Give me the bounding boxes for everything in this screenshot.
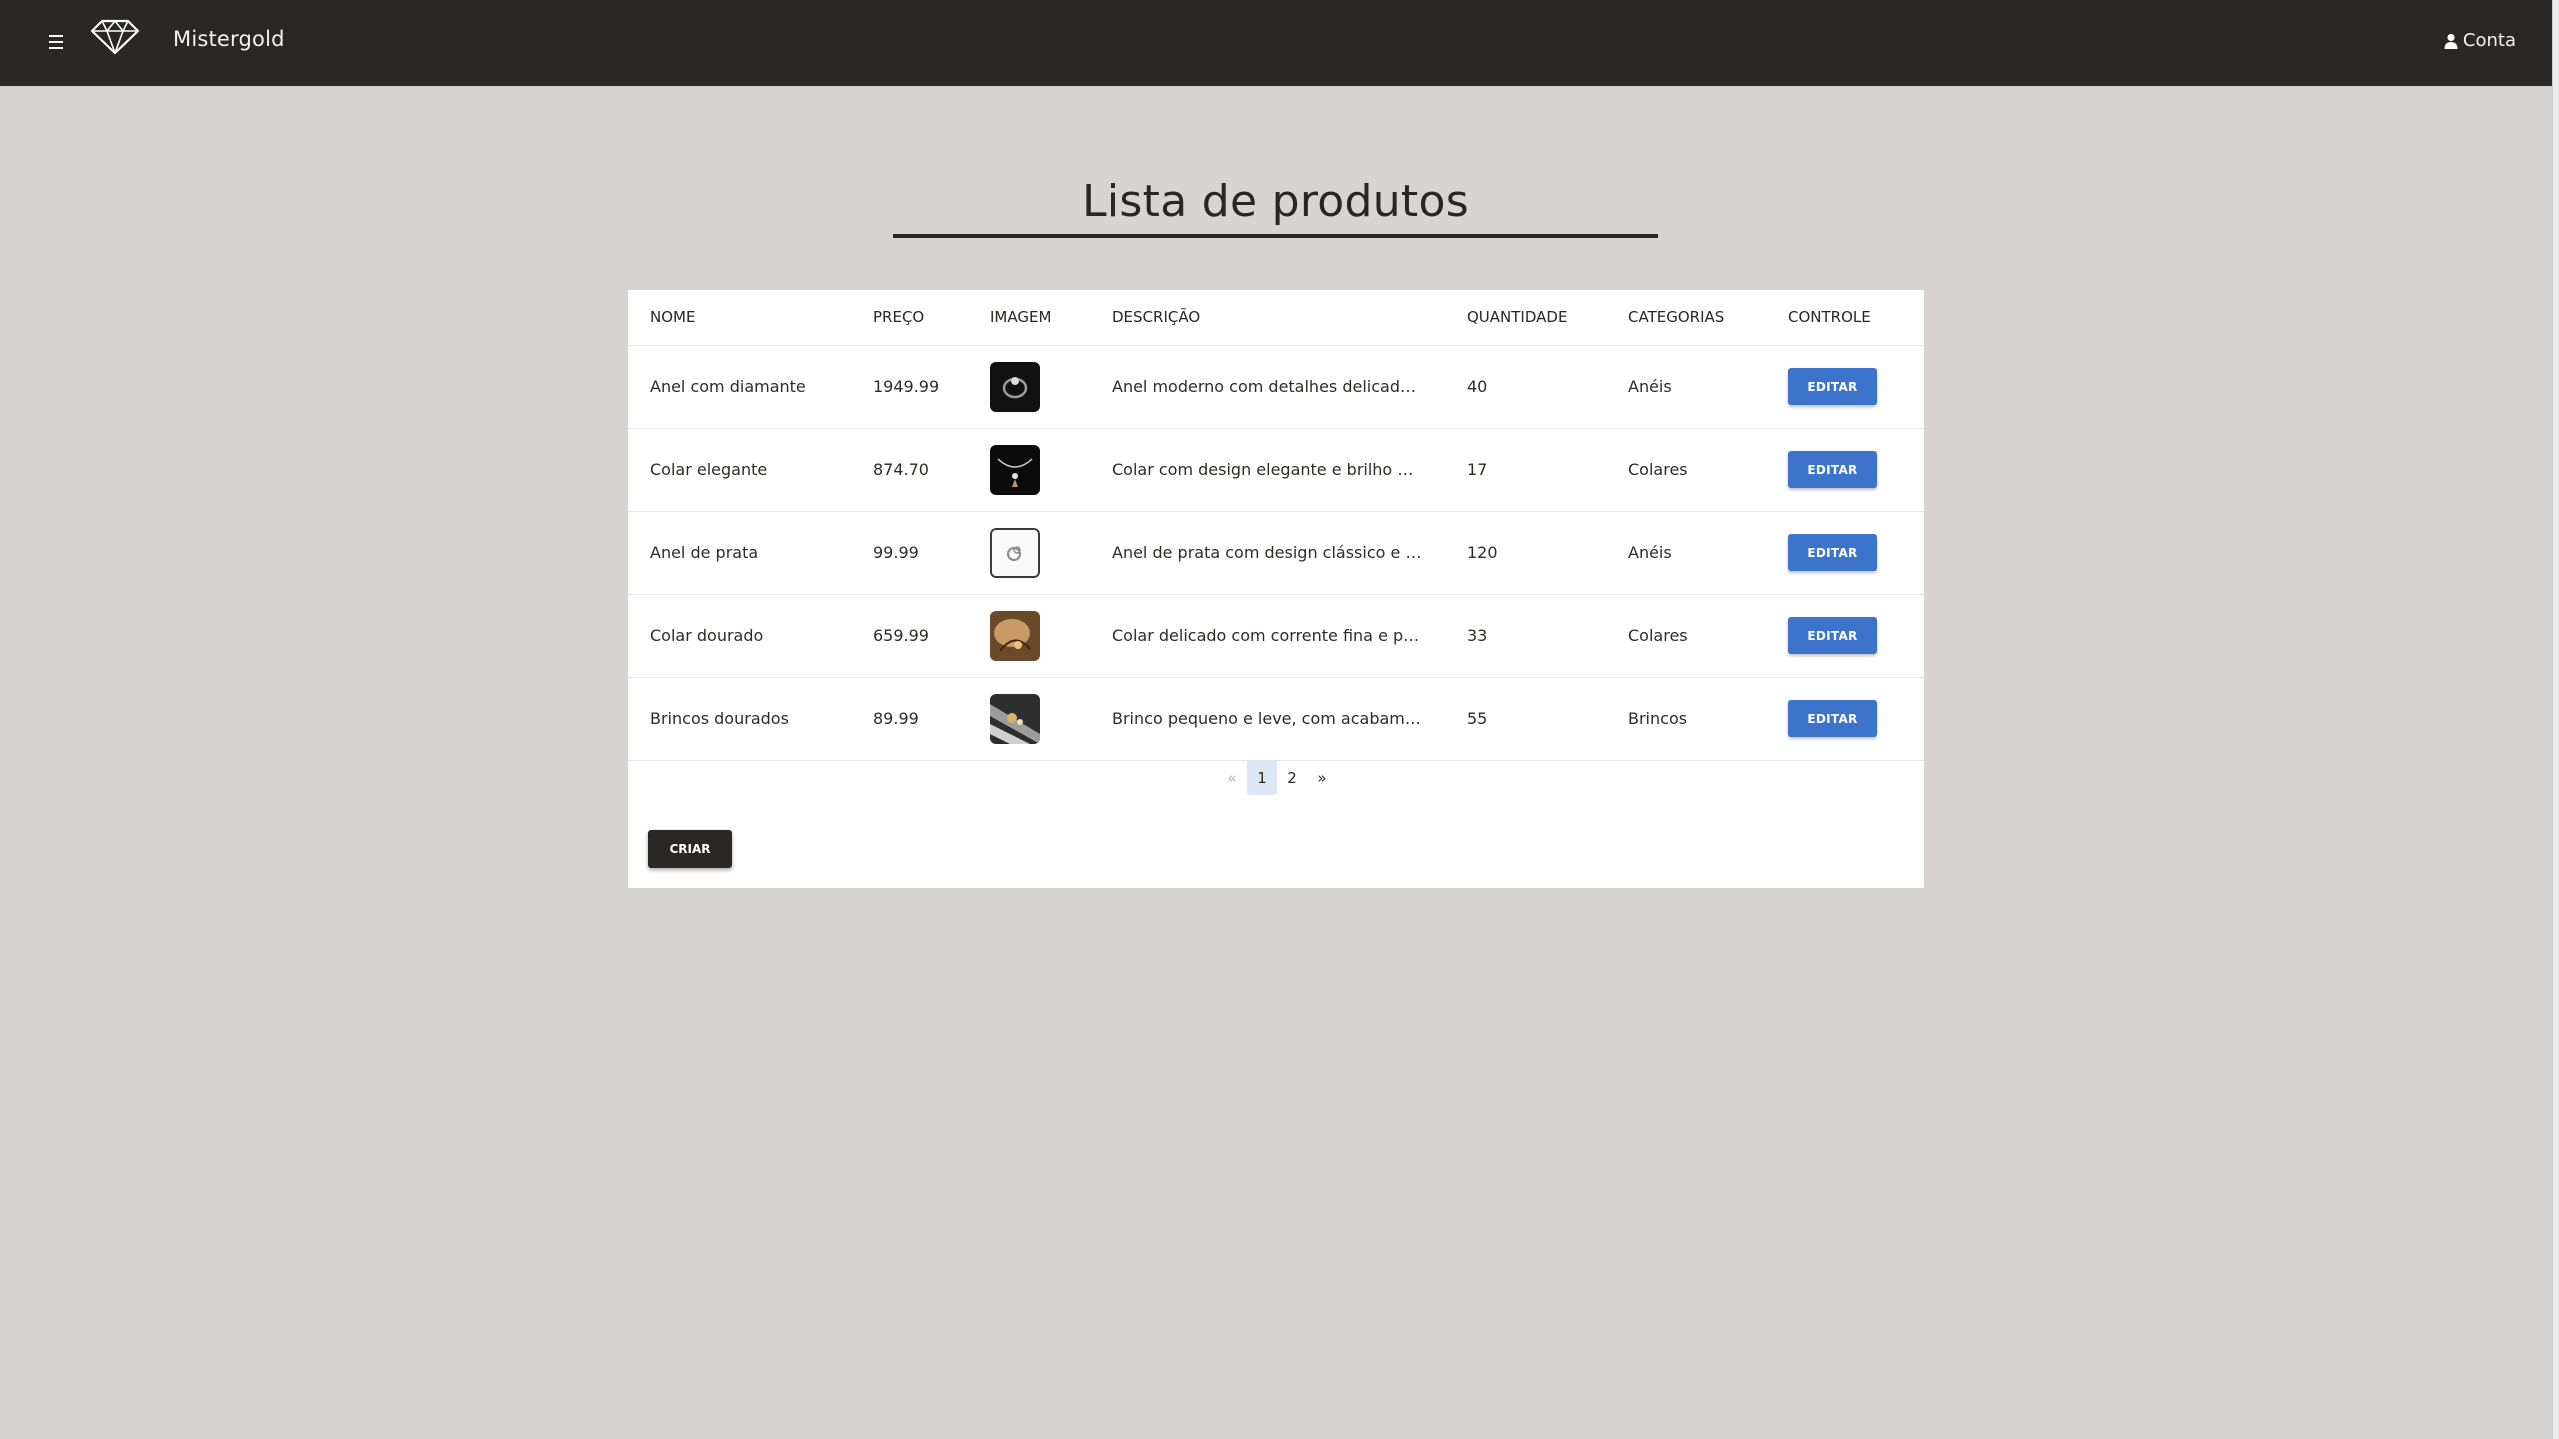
edit-button[interactable]: EDITAR	[1788, 534, 1877, 571]
table-row: Colar dourado 659.99 Colar delicado com …	[628, 594, 1924, 678]
product-category: Anéis	[1628, 345, 1788, 429]
account-button[interactable]: Conta	[2443, 30, 2516, 51]
table-row: Anel com diamante 1949.99 Anel moderno c…	[628, 345, 1924, 429]
product-price: 89.99	[873, 677, 990, 761]
title-underline	[893, 234, 1658, 238]
product-description: Anel moderno com detalhes delicados, p..…	[1112, 377, 1422, 396]
product-name: Colar dourado	[628, 594, 873, 678]
products-table: NOME PREÇO IMAGEM DESCRIÇÃO QUANTIDADE C…	[628, 290, 1924, 761]
header-controle: CONTROLE	[1788, 290, 1924, 346]
product-price: 874.70	[873, 428, 990, 512]
pagination-next[interactable]: »	[1307, 760, 1337, 795]
product-description: Colar delicado com corrente fina e pinge…	[1112, 626, 1422, 645]
header-categorias: CATEGORIAS	[1628, 290, 1788, 346]
edit-button[interactable]: EDITAR	[1788, 451, 1877, 488]
edit-button[interactable]: EDITAR	[1788, 617, 1877, 654]
product-thumbnail	[990, 444, 1040, 495]
product-quantity: 55	[1467, 677, 1628, 761]
product-category: Colares	[1628, 428, 1788, 512]
product-description: Anel de prata com design clássico e aca.…	[1112, 543, 1422, 562]
header-descricao: DESCRIÇÃO	[1112, 290, 1467, 346]
product-name: Anel de prata	[628, 511, 873, 595]
product-category: Brincos	[1628, 677, 1788, 761]
product-category: Colares	[1628, 594, 1788, 678]
product-thumbnail	[990, 361, 1040, 412]
header-imagem: IMAGEM	[990, 290, 1112, 346]
product-description: Colar com design elegante e brilho marc.…	[1112, 460, 1422, 479]
product-description: Brinco pequeno e leve, com acabamento...	[1112, 709, 1422, 728]
product-thumbnail	[990, 693, 1040, 744]
menu-icon[interactable]	[44, 30, 68, 54]
product-price: 99.99	[873, 511, 990, 595]
product-quantity: 33	[1467, 594, 1628, 678]
product-price: 659.99	[873, 594, 990, 678]
pagination-page-2[interactable]: 2	[1277, 760, 1307, 795]
pagination-prev[interactable]: «	[1217, 760, 1247, 795]
table-header-row: NOME PREÇO IMAGEM DESCRIÇÃO QUANTIDADE C…	[628, 290, 1924, 346]
header-quantidade: QUANTIDADE	[1467, 290, 1628, 346]
product-name: Colar elegante	[628, 428, 873, 512]
product-quantity: 120	[1467, 511, 1628, 595]
pagination: « 1 2 »	[1217, 760, 1337, 795]
product-quantity: 40	[1467, 345, 1628, 429]
page-scrollbar[interactable]	[2552, 0, 2559, 1439]
page-title: Lista de produtos	[1082, 176, 1469, 227]
user-icon	[2444, 33, 2458, 49]
edit-button[interactable]: EDITAR	[1788, 700, 1877, 737]
product-thumbnail	[990, 527, 1040, 578]
product-price: 1949.99	[873, 345, 990, 429]
create-button[interactable]: CRIAR	[648, 830, 732, 868]
diamond-logo-icon[interactable]	[90, 18, 140, 56]
product-thumbnail	[990, 610, 1040, 661]
header-preco: PREÇO	[873, 290, 990, 346]
product-name: Anel com diamante	[628, 345, 873, 429]
top-navbar: Mistergold Conta	[0, 0, 2552, 86]
brand-name[interactable]: Mistergold	[173, 27, 285, 51]
products-card: NOME PREÇO IMAGEM DESCRIÇÃO QUANTIDADE C…	[628, 290, 1924, 888]
table-row: Anel de prata 99.99 Anel de prata com de…	[628, 511, 1924, 595]
edit-button[interactable]: EDITAR	[1788, 368, 1877, 405]
product-category: Anéis	[1628, 511, 1788, 595]
table-row: Colar elegante 874.70 Colar com design e…	[628, 428, 1924, 512]
table-row: Brincos dourados 89.99 Brinco pequeno e …	[628, 677, 1924, 761]
product-quantity: 17	[1467, 428, 1628, 512]
account-label: Conta	[2462, 30, 2516, 51]
product-name: Brincos dourados	[628, 677, 873, 761]
header-nome: NOME	[628, 290, 873, 346]
pagination-page-1[interactable]: 1	[1247, 760, 1277, 795]
